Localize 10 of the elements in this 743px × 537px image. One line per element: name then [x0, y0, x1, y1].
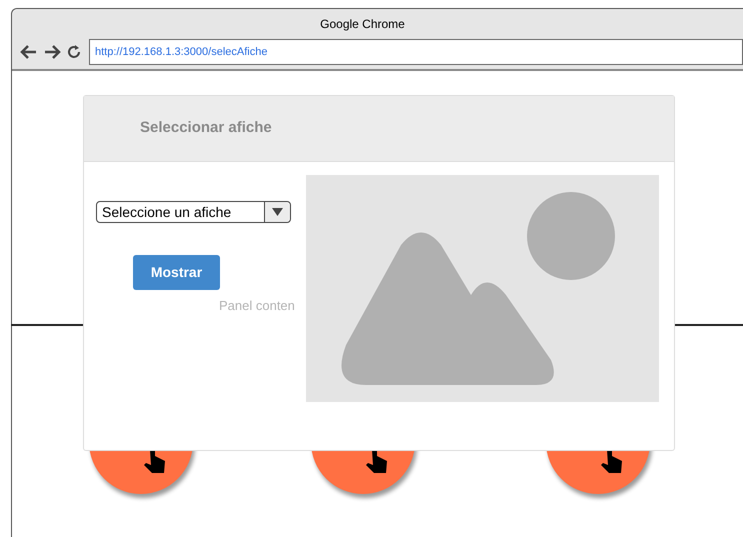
caret-icon [272, 208, 283, 216]
window-title: Google Chrome [320, 16, 405, 33]
reload-icon[interactable] [66, 44, 82, 60]
panel-placeholder-text: Panel conten [219, 297, 295, 315]
forward-icon[interactable] [43, 44, 61, 60]
back-icon[interactable] [20, 44, 38, 60]
address-bar[interactable]: http://192.168.1.3:3000/selecAfiche [89, 39, 743, 65]
show-button[interactable]: Mostrar [133, 255, 220, 290]
poster-dropdown[interactable]: Seleccione un afiche [96, 201, 291, 223]
modal-title: Seleccionar afiche [140, 118, 272, 138]
